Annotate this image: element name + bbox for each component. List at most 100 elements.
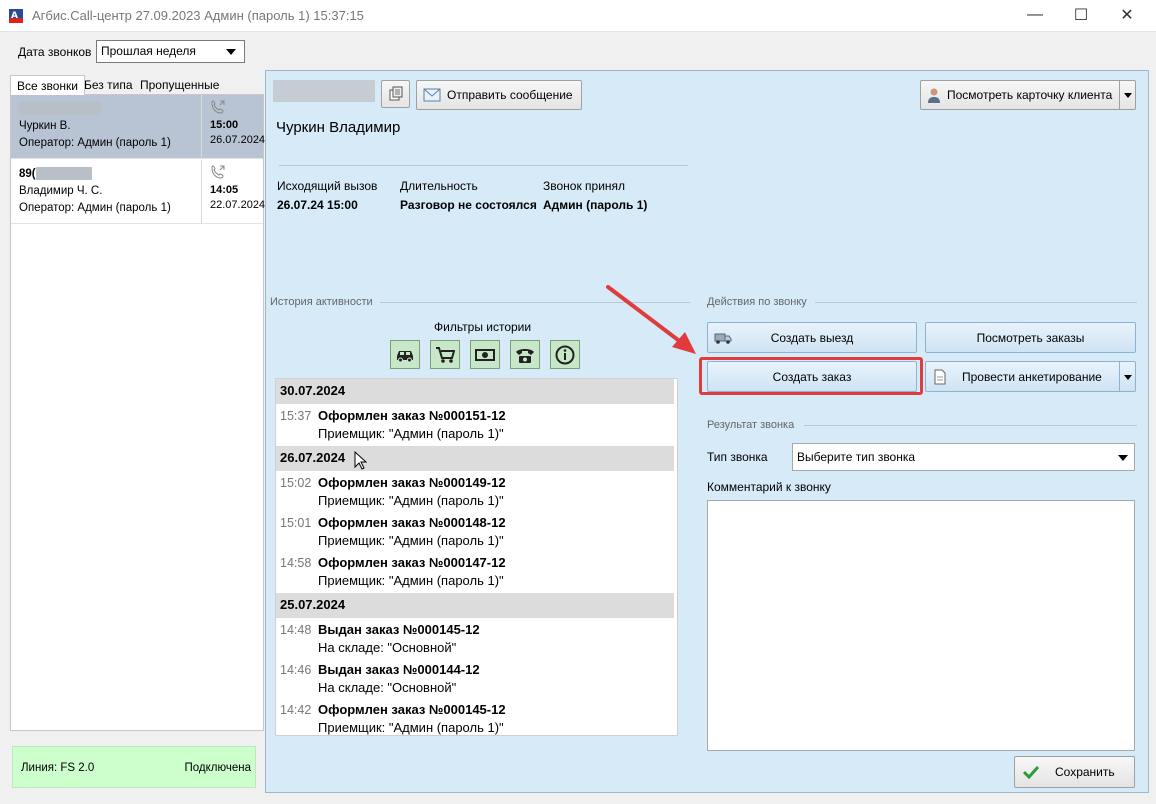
call-type-field-label: Тип звонка: [707, 450, 768, 464]
history-item-sub: Приемщик: "Админ (пароль 1)": [318, 720, 504, 735]
history-item-time: 15:02: [280, 476, 312, 490]
filter-calls-button[interactable]: [510, 340, 540, 369]
create-order-label: Создать заказ: [772, 369, 852, 384]
annotation-arrow-icon: [606, 285, 696, 354]
history-item-time: 14:58: [280, 556, 312, 570]
history-item[interactable]: 14:58 Оформлен заказ №000147-12 Приемщик…: [276, 552, 674, 592]
filter-payments-button[interactable]: [470, 340, 500, 369]
close-button[interactable]: ✕: [1104, 0, 1150, 30]
call-operator: Оператор: Админ (пароль 1): [19, 202, 171, 214]
history-item-event: Оформлен заказ №000145-12: [318, 702, 506, 717]
line-status-panel: Линия: FS 2.0 Подключена: [12, 746, 256, 788]
history-section-label: История активности: [270, 296, 373, 308]
call-phone: [19, 101, 193, 118]
save-label: Сохранить: [1055, 765, 1115, 779]
history-item-time: 14:46: [280, 663, 312, 677]
tab-missed[interactable]: Пропущенные: [134, 75, 225, 95]
create-visit-label: Создать выезд: [770, 330, 854, 345]
info-icon: [555, 345, 575, 364]
divider: [804, 425, 1137, 426]
call-info: Чуркин В. Оператор: Админ (пароль 1): [11, 95, 201, 159]
history-item[interactable]: 14:48 Выдан заказ №000145-12 На складе: …: [276, 619, 674, 659]
history-item-sub: На складе: "Основной": [318, 640, 457, 655]
outgoing-call-icon: [211, 165, 225, 179]
result-section-label: Результат звонка: [707, 419, 795, 431]
history-item-event: Оформлен заказ №000148-12: [318, 515, 506, 530]
save-button[interactable]: Сохранить: [1014, 756, 1135, 788]
duration-label: Длительность: [400, 179, 478, 193]
document-icon: [934, 369, 946, 384]
money-icon: [475, 348, 495, 361]
chevron-down-icon: [1124, 375, 1132, 380]
chevron-down-icon: [1124, 93, 1132, 98]
history-list[interactable]: 30.07.2024 15:37 Оформлен заказ №000151-…: [275, 378, 678, 736]
minimize-button[interactable]: —: [1012, 0, 1058, 30]
tab-no-type[interactable]: Без типа: [78, 75, 139, 95]
history-item-time: 14:42: [280, 703, 312, 717]
tab-all-calls[interactable]: Все звонки: [10, 75, 86, 95]
survey-button[interactable]: Провести анкетирование: [925, 361, 1136, 392]
checkmark-icon: [1023, 765, 1039, 779]
survey-label: Провести анкетирование: [962, 369, 1102, 384]
app-logo-icon: A: [9, 9, 23, 23]
call-info: 89( Владимир Ч. С. Оператор: Админ (паро…: [11, 160, 201, 224]
call-type-select-value: Выберите тип звонка: [797, 450, 916, 464]
call-list-item[interactable]: 89( Владимир Ч. С. Оператор: Админ (паро…: [11, 160, 266, 224]
line-state: Подключена: [184, 762, 252, 774]
call-time-column: 14:05 22.07.2024: [201, 160, 266, 224]
duration-value: Разговор не состоялся: [400, 198, 537, 212]
call-type-select[interactable]: Выберите тип звонка: [792, 443, 1135, 471]
call-contact-name: Чуркин В.: [19, 120, 71, 132]
call-type-label: Исходящий вызов: [277, 179, 378, 193]
view-client-card-label: Посмотреть карточку клиента: [947, 88, 1113, 102]
accepted-by-label: Звонок принял: [543, 179, 626, 193]
history-item-time: 15:37: [280, 409, 312, 423]
date-filter-label: Дата звонков: [18, 45, 92, 59]
call-contact-name: Владимир Ч. С.: [19, 185, 103, 197]
history-item[interactable]: 15:02 Оформлен заказ №000149-12 Приемщик…: [276, 472, 674, 512]
filter-visits-button[interactable]: [390, 340, 420, 369]
maximize-button[interactable]: ☐: [1058, 0, 1104, 30]
chevron-down-icon: [1118, 455, 1128, 461]
history-item-event: Выдан заказ №000145-12: [318, 622, 480, 637]
svg-text:A: A: [11, 11, 18, 21]
history-item-sub: Приемщик: "Админ (пароль 1)": [318, 533, 504, 548]
history-item-time: 15:01: [280, 516, 312, 530]
date-filter-select[interactable]: Прошлая неделя: [96, 40, 245, 63]
redacted-phone: [19, 102, 101, 116]
cart-icon: [436, 346, 455, 363]
send-message-button[interactable]: Отправить сообщение: [416, 80, 582, 110]
comment-textarea[interactable]: [707, 500, 1135, 751]
view-client-card-button[interactable]: Посмотреть карточку клиента: [920, 80, 1136, 110]
history-item-sub: На складе: "Основной": [318, 680, 457, 695]
redacted-phone-header: [273, 80, 375, 102]
mouse-cursor-icon: [354, 451, 367, 470]
view-orders-label: Посмотреть заказы: [976, 330, 1085, 345]
create-visit-button[interactable]: Создать выезд: [707, 322, 917, 353]
history-item[interactable]: 14:42 Оформлен заказ №000145-12 Приемщик…: [276, 699, 674, 735]
envelope-icon: [423, 88, 441, 102]
telephone-icon: [516, 348, 534, 363]
copy-button[interactable]: [381, 80, 410, 108]
call-time-column: 15:00 26.07.2024: [201, 95, 265, 159]
call-date: 22.07.2024: [210, 199, 266, 211]
date-filter-value: Прошлая неделя: [101, 44, 196, 58]
client-name: Чуркин Владимир: [276, 119, 401, 136]
window-title: Агбис.Call-центр 27.09.2023 Админ (парол…: [32, 8, 364, 23]
filter-orders-button[interactable]: [430, 340, 460, 369]
history-date-header: 25.07.2024: [276, 593, 674, 618]
history-item-sub: Приемщик: "Админ (пароль 1)": [318, 573, 504, 588]
history-item[interactable]: 15:37 Оформлен заказ №000151-12 Приемщик…: [276, 405, 674, 445]
filter-info-button[interactable]: [550, 340, 580, 369]
history-item-event: Оформлен заказ №000147-12: [318, 555, 506, 570]
user-icon: [928, 88, 940, 103]
call-list-item[interactable]: Чуркин В. Оператор: Админ (пароль 1) 15:…: [11, 95, 265, 159]
history-item[interactable]: 15:01 Оформлен заказ №000148-12 Приемщик…: [276, 512, 674, 552]
history-item[interactable]: 14:46 Выдан заказ №000144-12 На складе: …: [276, 659, 674, 699]
view-orders-button[interactable]: Посмотреть заказы: [925, 322, 1136, 353]
redacted-phone: [35, 167, 92, 181]
call-type-value: 26.07.24 15:00: [277, 198, 358, 212]
create-order-button[interactable]: Создать заказ: [707, 361, 917, 392]
line-name: Линия: FS 2.0: [21, 762, 95, 774]
outgoing-call-icon: [211, 100, 225, 114]
